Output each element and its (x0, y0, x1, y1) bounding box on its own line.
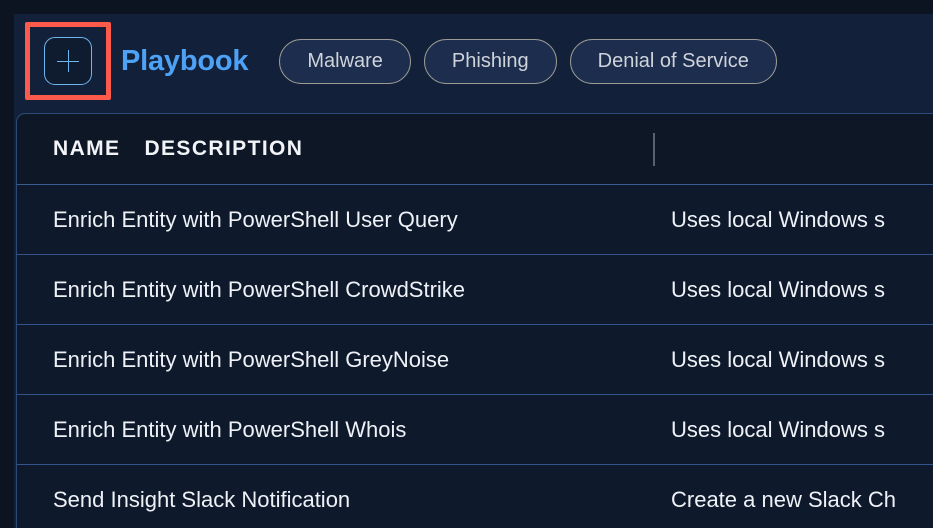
cell-description: Uses local Windows s (671, 276, 885, 302)
top-chrome-band (0, 0, 933, 14)
chip-denial-of-service[interactable]: Denial of Service (569, 38, 777, 84)
cell-name: Enrich Entity with PowerShell CrowdStrik… (53, 276, 466, 302)
add-playbook-button[interactable] (44, 37, 92, 85)
cell-description: Uses local Windows s (671, 206, 885, 232)
page-title: Playbook (121, 44, 249, 77)
cell-name: Send Insight Slack Notification (53, 486, 351, 512)
playbook-table: NAME DESCRIPTION Enrich Entity with Powe… (16, 113, 933, 528)
cell-name: Enrich Entity with PowerShell Whois (53, 416, 407, 442)
table-row[interactable]: Enrich Entity with PowerShell CrowdStrik… (17, 255, 933, 325)
cell-name: Enrich Entity with PowerShell User Query (53, 206, 458, 232)
cell-description: Uses local Windows s (671, 346, 885, 372)
table-header-row: NAME DESCRIPTION (17, 114, 933, 185)
playbook-screen: Playbook Malware Phishing Denial of Serv… (0, 0, 933, 528)
chip-malware[interactable]: Malware (279, 38, 411, 84)
cell-description: Uses local Windows s (671, 416, 885, 442)
table-row[interactable]: Enrich Entity with PowerShell Whois Uses… (17, 395, 933, 465)
page-header: Playbook Malware Phishing Denial of Serv… (14, 14, 933, 108)
cell-name: Enrich Entity with PowerShell GreyNoise (53, 346, 450, 372)
plus-icon-vertical (67, 50, 70, 72)
chip-phishing[interactable]: Phishing (423, 38, 557, 84)
add-playbook-container (25, 22, 111, 100)
page-surface: Playbook Malware Phishing Denial of Serv… (14, 14, 933, 528)
table-row[interactable]: Enrich Entity with PowerShell User Query… (17, 185, 933, 255)
column-header-name[interactable]: NAME (53, 137, 120, 161)
column-header-description[interactable]: DESCRIPTION (144, 137, 303, 161)
table-row[interactable]: Send Insight Slack Notification Create a… (17, 465, 933, 528)
column-divider (653, 133, 655, 166)
left-chrome-gutter (0, 0, 14, 528)
cell-description: Create a new Slack Ch (671, 486, 896, 512)
category-filter-chips: Malware Phishing Denial of Service (279, 38, 777, 84)
table-row[interactable]: Enrich Entity with PowerShell GreyNoise … (17, 325, 933, 395)
